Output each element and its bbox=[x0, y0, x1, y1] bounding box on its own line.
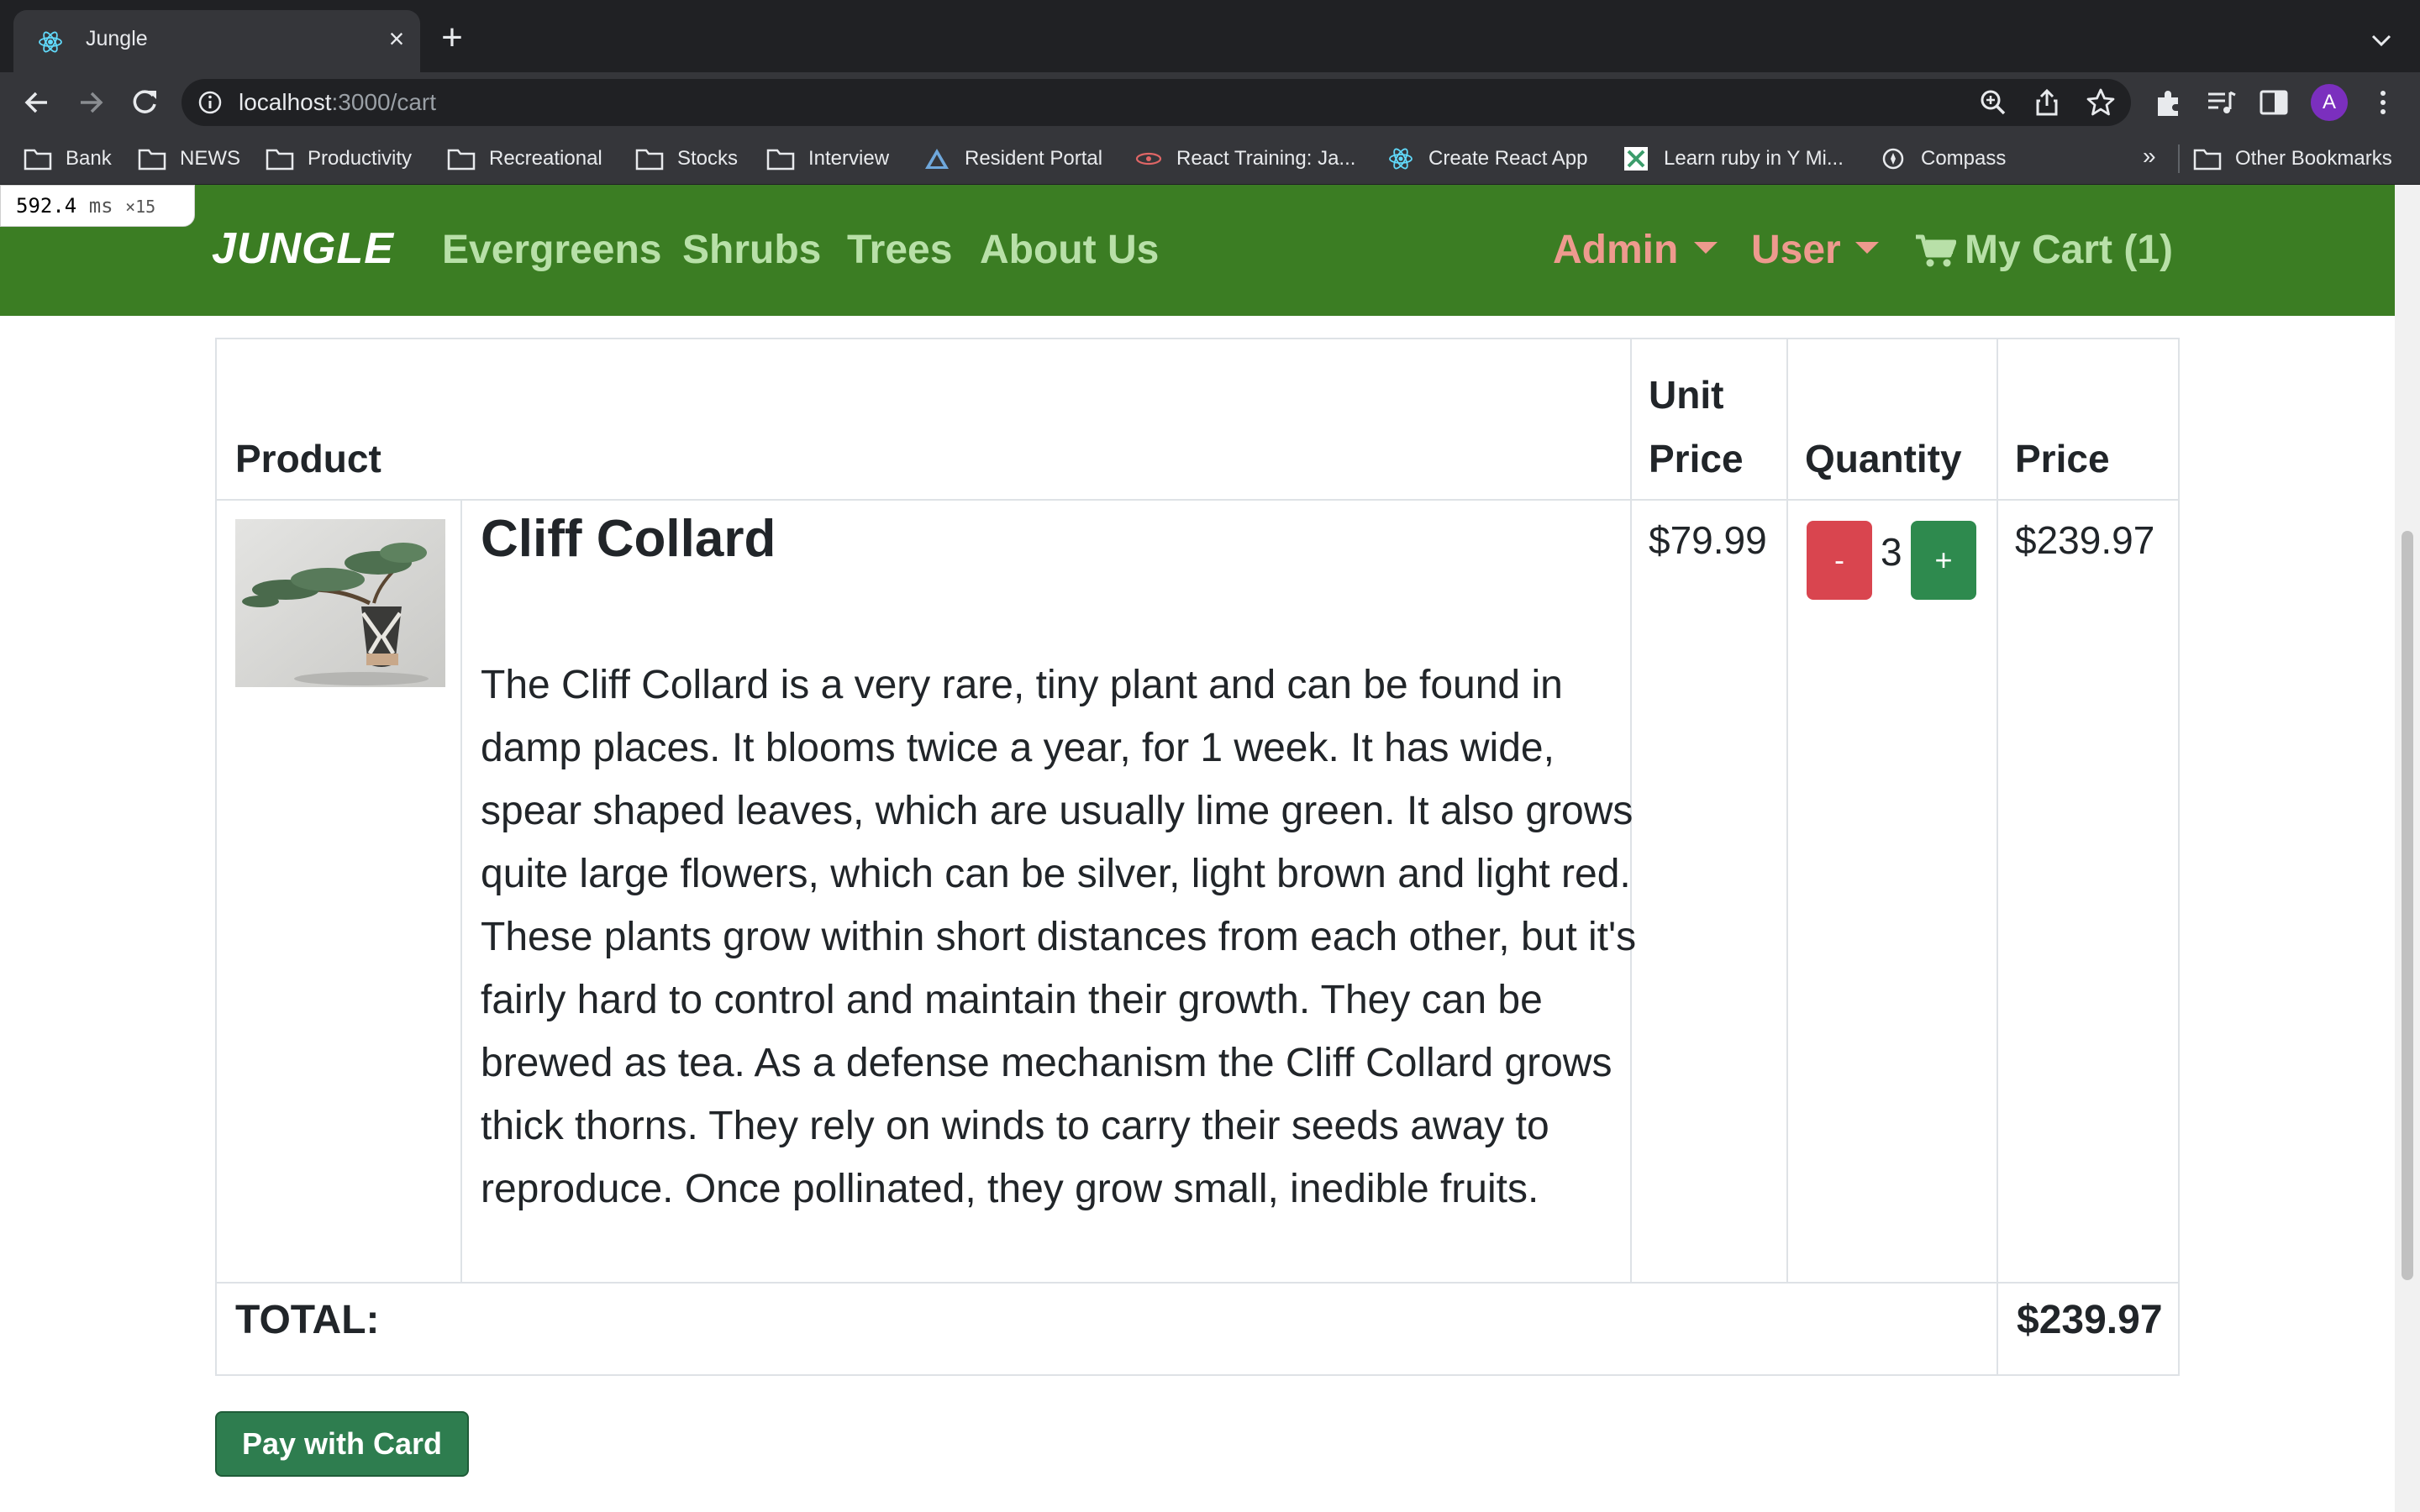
side-panel-icon[interactable] bbox=[2257, 86, 2291, 119]
profile-avatar[interactable]: A bbox=[2311, 84, 2348, 121]
bookmark-news[interactable]: NEWS bbox=[138, 143, 240, 175]
cart-table: Product Unit Price Quantity Price Cliff … bbox=[215, 338, 2180, 1376]
extensions-icon[interactable] bbox=[2151, 86, 2185, 119]
bookmark-react-training[interactable]: React Training: Ja... bbox=[1134, 143, 1355, 175]
x-logo-icon bbox=[1624, 147, 1648, 171]
nav-link-shrubs[interactable]: Shrubs bbox=[682, 227, 821, 273]
browser-toolbar: localhost:3000/cart A bbox=[0, 72, 2420, 133]
bookmark-stocks[interactable]: Stocks bbox=[635, 143, 738, 175]
other-bookmarks[interactable]: Other Bookmarks bbox=[2193, 143, 2392, 175]
line-price: $239.97 bbox=[2015, 518, 2155, 562]
browser-tab[interactable]: Jungle × bbox=[13, 10, 420, 72]
my-cart-link[interactable]: My Cart (1) bbox=[1914, 227, 2173, 273]
compass-icon bbox=[1882, 148, 1904, 170]
folder-icon bbox=[447, 149, 476, 171]
scrollbar-thumb[interactable] bbox=[2402, 531, 2413, 1280]
bookmarks-divider bbox=[2178, 144, 2180, 173]
url-text: localhost:3000/cart bbox=[239, 89, 437, 115]
total-value: $239.97 bbox=[2017, 1298, 2163, 1342]
product-name: Cliff Collard bbox=[481, 510, 776, 568]
page-scrollbar[interactable] bbox=[2395, 185, 2420, 1512]
nav-link-trees[interactable]: Trees bbox=[847, 227, 952, 273]
row-divider bbox=[217, 1282, 2180, 1284]
folder-icon bbox=[635, 149, 664, 171]
tab-strip: Jungle × + bbox=[0, 0, 2420, 72]
caret-down-icon bbox=[1855, 242, 1879, 254]
header-unit-price-line2: Price bbox=[1649, 437, 1744, 480]
media-controls-icon[interactable] bbox=[2205, 86, 2238, 119]
unit-price: $79.99 bbox=[1649, 518, 1767, 562]
more-menu-icon[interactable] bbox=[2366, 86, 2400, 119]
forward-arrow-icon[interactable] bbox=[72, 84, 109, 121]
cart-label: My Cart (1) bbox=[1965, 228, 2174, 272]
bookmark-resident-portal[interactable]: Resident Portal bbox=[923, 143, 1102, 175]
header-quantity: Quantity bbox=[1805, 437, 1962, 480]
column-divider bbox=[1996, 339, 1998, 1376]
triangle-logo-icon bbox=[925, 149, 949, 169]
folder-icon bbox=[2193, 149, 2222, 171]
nav-link-about-us[interactable]: About Us bbox=[980, 227, 1159, 273]
bookmarks-bar: Bank NEWS Productivity Recreational Stoc… bbox=[0, 133, 2420, 185]
close-tab-icon[interactable]: × bbox=[381, 24, 412, 54]
site-navbar: JUNGLE Evergreens Shrubs Trees About Us … bbox=[0, 185, 2395, 316]
nav-link-evergreens[interactable]: Evergreens bbox=[442, 227, 662, 273]
page-viewport: JUNGLE Evergreens Shrubs Trees About Us … bbox=[0, 185, 2395, 1512]
bookmark-learn-ruby[interactable]: Learn ruby in Y Mi... bbox=[1622, 143, 1844, 175]
quantity-value: 3 bbox=[1881, 530, 1902, 574]
zoom-icon[interactable] bbox=[1978, 87, 2008, 118]
new-tab-icon[interactable]: + bbox=[435, 19, 469, 56]
pay-with-card-button[interactable]: Pay with Card bbox=[215, 1411, 469, 1477]
header-product: Product bbox=[235, 437, 381, 480]
folder-icon bbox=[266, 149, 294, 171]
bookmark-compass[interactable]: Compass bbox=[1879, 143, 2006, 175]
share-icon[interactable] bbox=[2032, 87, 2062, 118]
brand-logo[interactable]: JUNGLE bbox=[212, 223, 394, 274]
react-training-icon bbox=[1135, 152, 1162, 165]
tab-title: Jungle bbox=[86, 27, 148, 50]
header-price: Price bbox=[2015, 437, 2110, 480]
column-divider bbox=[460, 501, 462, 1284]
increase-quantity-button[interactable]: + bbox=[1911, 521, 1976, 600]
bookmark-star-icon[interactable] bbox=[2086, 87, 2116, 118]
bookmarks-overflow-icon[interactable]: » bbox=[2143, 143, 2156, 170]
performance-overlay: 592.4 ms ×15 bbox=[0, 185, 195, 227]
caret-down-icon bbox=[1694, 242, 1718, 254]
bookmark-bank[interactable]: Bank bbox=[24, 143, 112, 175]
folder-icon bbox=[138, 149, 166, 171]
folder-icon bbox=[766, 149, 795, 171]
decrease-quantity-button[interactable]: - bbox=[1807, 521, 1872, 600]
react-icon bbox=[39, 31, 62, 53]
bookmark-create-react-app[interactable]: Create React App bbox=[1386, 143, 1587, 175]
bookmark-recreational[interactable]: Recreational bbox=[447, 143, 602, 175]
column-divider bbox=[1786, 339, 1788, 1284]
folder-icon bbox=[24, 149, 52, 171]
total-label: TOTAL: bbox=[235, 1298, 380, 1342]
product-description: The Cliff Collard is a very rare, tiny p… bbox=[481, 663, 1637, 1211]
shopping-cart-icon bbox=[1916, 234, 1956, 266]
product-image-bonsai[interactable] bbox=[235, 519, 445, 687]
react-icon bbox=[1389, 148, 1413, 170]
back-arrow-icon[interactable] bbox=[18, 84, 55, 121]
site-info-icon[interactable] bbox=[197, 89, 224, 116]
user-dropdown[interactable]: User bbox=[1751, 227, 1841, 273]
address-bar[interactable]: localhost:3000/cart bbox=[182, 79, 2131, 126]
header-unit-price-line1: Unit bbox=[1649, 373, 1724, 417]
chevron-down-icon[interactable] bbox=[2365, 24, 2398, 57]
bookmark-interview[interactable]: Interview bbox=[766, 143, 889, 175]
bookmark-productivity[interactable]: Productivity bbox=[266, 143, 412, 175]
row-divider bbox=[217, 499, 2180, 501]
reload-icon[interactable] bbox=[126, 84, 163, 121]
admin-dropdown[interactable]: Admin bbox=[1553, 227, 1678, 273]
